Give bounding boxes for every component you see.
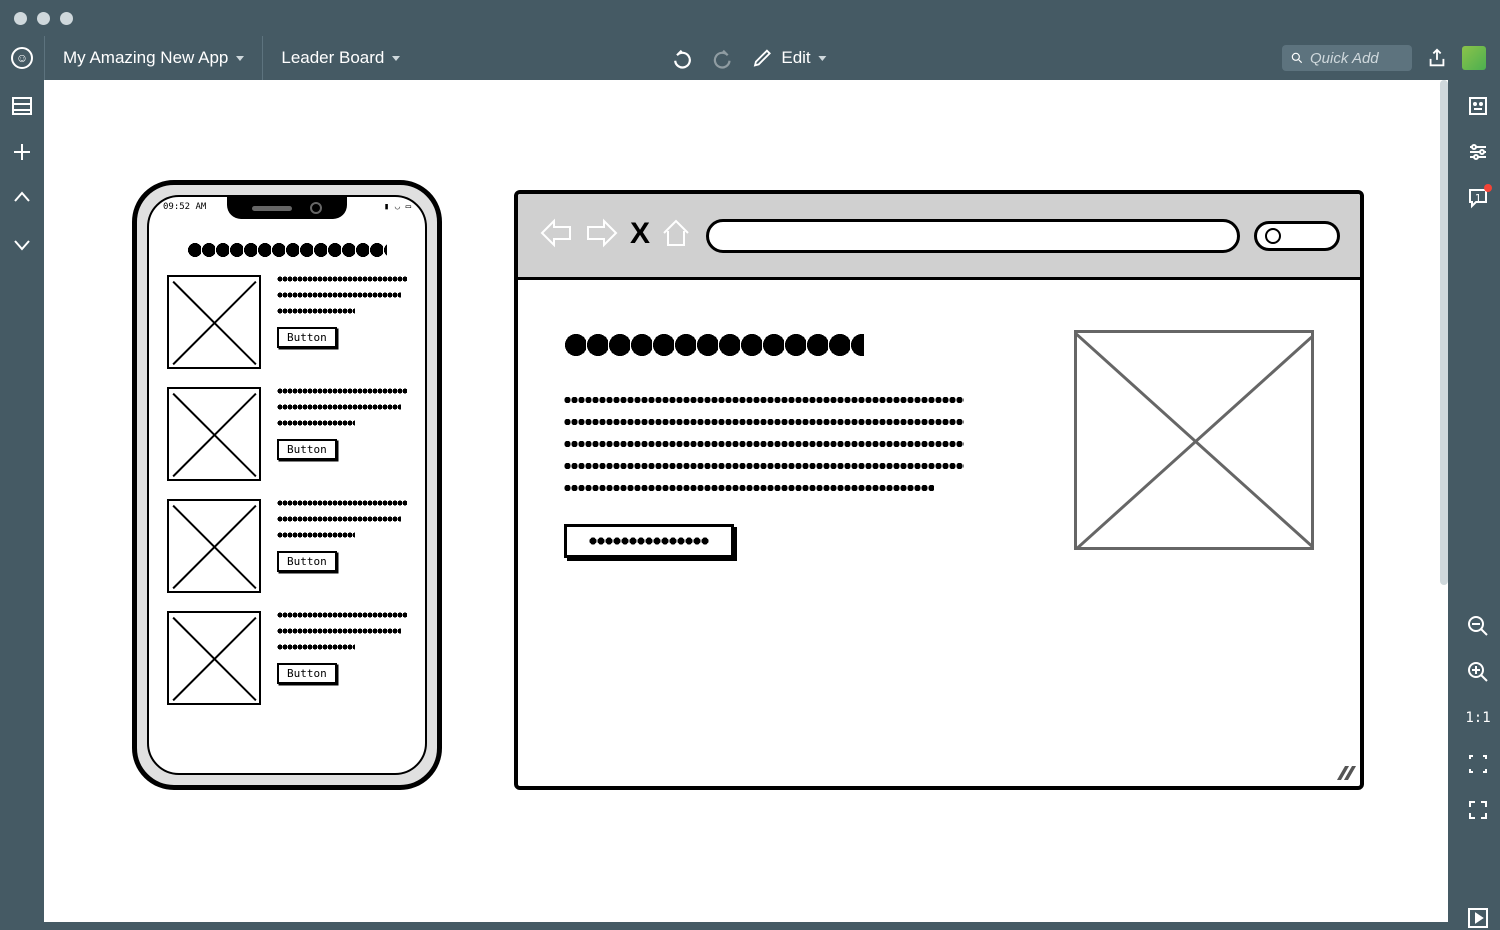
zoom-out-button[interactable] — [1466, 614, 1490, 638]
quick-add-input[interactable]: Quick Add — [1282, 45, 1412, 71]
cta-button-wireframe[interactable] — [564, 524, 734, 558]
pencil-icon — [751, 47, 773, 69]
wireframe-button[interactable]: Button — [277, 439, 337, 460]
notification-dot-icon — [1484, 184, 1492, 192]
traffic-light-max[interactable] — [60, 12, 73, 25]
canvas-scrollbar[interactable] — [1440, 80, 1448, 585]
add-button[interactable] — [10, 140, 34, 164]
paragraph-placeholder — [564, 394, 1024, 494]
mockup-browser[interactable]: X — [514, 190, 1364, 790]
resize-handle[interactable] — [1341, 766, 1352, 780]
project-dropdown[interactable]: My Amazing New App — [45, 36, 262, 80]
image-placeholder — [1074, 330, 1314, 550]
image-placeholder — [167, 499, 261, 593]
browser-forward-icon[interactable] — [584, 217, 620, 249]
browser-home-icon[interactable] — [660, 217, 692, 254]
edit-label: Edit — [781, 48, 810, 68]
list-item[interactable]: Button — [167, 275, 407, 369]
phone-time: 09:52 AM — [163, 202, 206, 212]
list-item[interactable]: Button — [167, 387, 407, 481]
traffic-light-close[interactable] — [14, 12, 27, 25]
browser-toolbar: X — [518, 194, 1360, 280]
chevron-down-icon — [819, 56, 827, 61]
quick-add-placeholder: Quick Add — [1310, 50, 1379, 67]
zoom-in-button[interactable] — [1466, 660, 1490, 684]
search-icon — [1290, 51, 1304, 65]
top-toolbar: ☺ My Amazing New App Leader Board Edit Q… — [0, 36, 1500, 80]
mockup-phone[interactable]: 09:52 AM ▮ ◡ ▭ Button — [132, 180, 442, 790]
phone-title-placeholder — [187, 241, 387, 259]
list-item[interactable]: Button — [167, 611, 407, 705]
zoom-fit-button[interactable] — [1466, 752, 1490, 776]
browser-back-icon[interactable] — [538, 217, 574, 249]
chevron-down-icon — [392, 56, 400, 61]
share-button[interactable] — [1426, 47, 1448, 69]
fullscreen-button[interactable] — [1466, 798, 1490, 822]
app-logo[interactable]: ☺ — [0, 47, 44, 69]
list-item[interactable]: Button — [167, 499, 407, 593]
text-line — [277, 387, 407, 395]
image-placeholder — [167, 611, 261, 705]
user-avatar[interactable] — [1462, 46, 1486, 70]
browser-url-input[interactable] — [706, 219, 1240, 253]
browser-search-input[interactable] — [1254, 221, 1340, 251]
text-line — [277, 275, 407, 283]
main-area: 09:52 AM ▮ ◡ ▭ Button — [0, 80, 1500, 930]
next-page-button[interactable] — [10, 232, 34, 256]
undo-button[interactable] — [673, 47, 695, 69]
redo-button[interactable] — [709, 47, 731, 69]
text-line — [277, 515, 401, 523]
design-canvas[interactable]: 09:52 AM ▮ ◡ ▭ Button — [44, 80, 1448, 922]
page-name: Leader Board — [281, 48, 384, 68]
edit-mode-dropdown[interactable]: Edit — [751, 47, 826, 69]
text-line — [277, 291, 401, 299]
text-line — [277, 403, 401, 411]
heading-placeholder — [564, 330, 864, 360]
page-dropdown[interactable]: Leader Board — [263, 36, 418, 80]
text-line — [277, 419, 355, 427]
panel-toggle-button[interactable] — [10, 94, 34, 118]
chevron-down-icon — [236, 56, 244, 61]
text-line — [277, 643, 355, 651]
left-sidebar — [0, 80, 44, 930]
settings-button[interactable] — [1466, 140, 1490, 164]
text-line — [277, 627, 401, 635]
text-line — [277, 307, 355, 315]
right-sidebar: 1 1:1 — [1456, 80, 1500, 930]
comments-button[interactable]: 1 — [1466, 186, 1490, 210]
phone-statusbar: 09:52 AM ▮ ◡ ▭ — [163, 202, 411, 212]
zoom-actual-button[interactable]: 1:1 — [1466, 706, 1490, 730]
inspector-button[interactable] — [1466, 94, 1490, 118]
text-line — [277, 531, 355, 539]
image-placeholder — [167, 275, 261, 369]
text-line — [277, 611, 407, 619]
browser-stop-icon[interactable]: X — [630, 217, 650, 254]
phone-signal-icons: ▮ ◡ ▭ — [384, 202, 411, 212]
window-titlebar — [0, 0, 1500, 36]
wireframe-button[interactable]: Button — [277, 327, 337, 348]
canvas-wrapper: 09:52 AM ▮ ◡ ▭ Button — [44, 80, 1456, 930]
wireframe-button[interactable]: Button — [277, 551, 337, 572]
comments-count: 1 — [1475, 192, 1482, 205]
project-name: My Amazing New App — [63, 48, 228, 68]
text-line — [277, 499, 407, 507]
traffic-light-min[interactable] — [37, 12, 50, 25]
wireframe-button[interactable]: Button — [277, 663, 337, 684]
image-placeholder — [167, 387, 261, 481]
play-button[interactable] — [1466, 906, 1490, 930]
prev-page-button[interactable] — [10, 186, 34, 210]
